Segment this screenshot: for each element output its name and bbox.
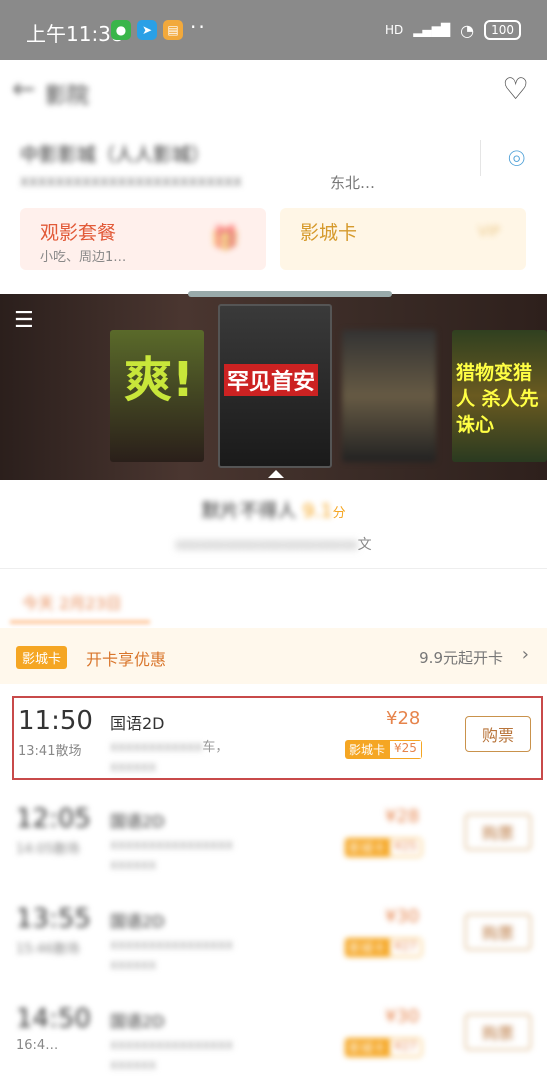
date-tab-today[interactable]: 今天 2月23日 [22,590,122,614]
gift-icon: 🎁 [210,224,240,252]
poster-2-caption: 罕见首安 [224,364,319,396]
showtime-end: 16:4… [16,1038,59,1053]
showtime-end: 14:05散场 [16,842,80,857]
carousel-indicator [188,291,392,297]
showtime-price: ¥30 [385,1006,420,1027]
showtime-hall: xxxxxxxxxxxxxxxx xxxxxx [110,938,234,973]
movie-score: 9.1 [302,500,333,522]
date-tab-underline [10,620,150,624]
snack-combo-card[interactable]: 观影套餐 小吃、周边1… 🎁 [20,208,266,270]
status-bar: 上午11:38 ● ➤ ▤ ·· HD ▂▄▆█ ◔ 100 [0,0,547,60]
buy-ticket-button[interactable]: 购票 [465,1014,531,1050]
signal-icon: ▂▄▆█ [413,23,451,37]
showtime-end: 15:46散场 [16,942,80,957]
hd-icon: HD [384,23,404,37]
card-promo-bar[interactable]: 影城卡 开卡享优惠 9.9元起开卡 › [0,628,547,684]
snack-combo-title: 观影套餐 [40,222,117,244]
showtime-start: 12:05 [16,804,91,834]
menu-list-icon[interactable]: ☰ [14,308,36,333]
cinema-card-title: 影城卡 [300,222,358,244]
snack-combo-subtitle: 小吃、周边1… [40,250,127,265]
showtime-price: ¥28 [386,708,421,729]
showtime-lang: 国语2D [110,714,165,733]
poster-1[interactable]: 爽! [110,330,204,462]
divider [480,140,481,176]
promo-text: 开卡享优惠 [86,650,167,669]
movie-score-unit: 分 [332,506,346,521]
poster-1-caption: 爽! [124,352,194,408]
battery-icon: 100 [484,20,521,40]
movie-info: xxxxxxxxxxxxxxxxxxxxxx文 [0,534,547,554]
showtime-lang: 国语2D [110,1012,165,1031]
heart-icon[interactable]: ♡ [502,72,529,107]
page-title: 影院 [45,84,90,109]
showtime-row[interactable]: 13:55 15:46散场 国语2D xxxxxxxxxxxxxxxx xxxxx… [0,896,547,980]
movie-title: 默片不得人 [201,500,297,522]
showtime-hall: xxxxxxxxxxxxxxxx xxxxxx [110,838,234,873]
divider [0,568,547,569]
telegram-icon: ➤ [137,20,157,40]
poster-carousel[interactable]: ☰ 爽! 罕见首安 猎物变猎人 杀人先诛心 [0,291,547,480]
showtime-price: ¥28 [385,806,420,827]
movie-info-blurred: xxxxxxxxxxxxxxxxxxxxxx [175,537,358,553]
card-price-badge: 影城卡 ¥27 [345,938,422,957]
cinema-address[interactable]: xxxxxxxxxxxxxxxxxxxxxxxxx [20,172,242,190]
status-time: 上午11:38 [26,22,124,46]
cinema-card[interactable]: 影城卡 VIP [280,208,526,270]
showtime-row[interactable]: 14:50 16:4… 国语2D xxxxxxxxxxxxxxxx xxxxxx … [0,996,547,1080]
showtime-row[interactable]: 12:05 14:05散场 国语2D xxxxxxxxxxxxxxxx xxxxx… [0,796,547,880]
showtime-end: 13:41散场 [18,744,82,759]
card-price-badge: 影城卡 ¥25 [345,740,422,759]
location-pin-icon[interactable]: ⌾ [508,142,525,176]
buy-ticket-button[interactable]: 购票 [465,914,531,950]
poster-4-caption: 猎物变猎人 杀人先诛心 [456,362,539,436]
selected-indicator [268,470,284,478]
buy-ticket-button[interactable]: 购票 [465,814,531,850]
showtime-row[interactable]: 11:50 13:41散场 国语2D xxxxxxxxxxxx车， xxxxxx … [12,696,543,780]
showtime-start: 13:55 [16,904,91,934]
chevron-right-icon: › [521,644,529,665]
card-price-badge: 影城卡 ¥27 [345,1038,422,1057]
showtime-start: 14:50 [16,1004,91,1034]
card-price-badge: 影城卡 ¥25 [345,838,422,857]
vip-icon: VIP [477,224,500,240]
showtime-hall: xxxxxxxxxxxxxxxx xxxxxx [110,1038,234,1073]
promo-price-text: 9.9元起开卡 [419,649,503,667]
cinema-name: 中影影城（人人影城） [20,144,211,166]
wifi-icon: ◔ [460,20,475,40]
promo-badge: 影城卡 [16,646,68,669]
wechat-icon: ● [111,20,131,40]
showtime-start: 11:50 [18,706,93,736]
poster-4[interactable]: 猎物变猎人 杀人先诛心 [452,330,547,462]
movie-info-tail: 文 [357,537,372,553]
buy-ticket-button[interactable]: 购票 [465,716,531,752]
more-notifications-icon: ·· [190,15,207,39]
showtime-lang: 国语2D [110,912,165,931]
showtime-hall: xxxxxxxxxxxx车， xxxxxx [110,740,229,775]
showtime-lang: 国语2D [110,812,165,831]
poster-3[interactable] [342,330,436,462]
nav-header: ← 影院 ♡ [0,60,547,120]
back-arrow-icon[interactable]: ← [12,72,35,105]
note-icon: ▤ [163,20,183,40]
movie-title-line: 默片不得人 9.1分 [0,496,547,523]
cinema-address-tail: 东北… [330,174,376,192]
poster-2-selected[interactable]: 罕见首安 [218,304,332,468]
showtime-price: ¥30 [385,906,420,927]
